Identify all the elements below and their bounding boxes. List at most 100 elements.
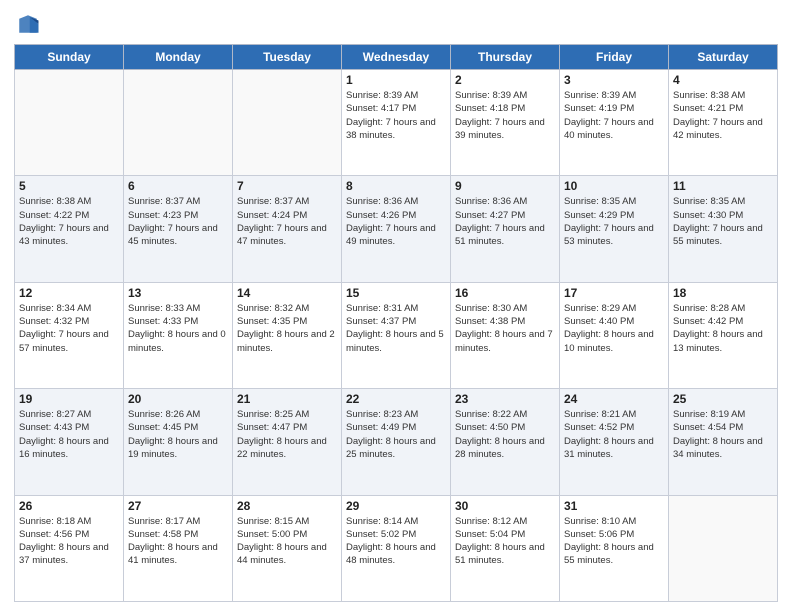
day-cell: 3 Sunrise: 8:39 AMSunset: 4:19 PMDaylight… xyxy=(560,70,669,176)
logo xyxy=(14,10,46,38)
day-detail: Sunrise: 8:28 AMSunset: 4:42 PMDaylight:… xyxy=(673,302,773,355)
day-number: 23 xyxy=(455,392,555,406)
day-detail: Sunrise: 8:14 AMSunset: 5:02 PMDaylight:… xyxy=(346,515,446,568)
day-cell: 10Sunrise: 8:35 AMSunset: 4:29 PMDayligh… xyxy=(560,176,669,282)
day-cell: 28Sunrise: 8:15 AMSunset: 5:00 PMDayligh… xyxy=(233,495,342,601)
day-cell: 6 Sunrise: 8:37 AMSunset: 4:23 PMDaylight… xyxy=(124,176,233,282)
day-of-week-monday: Monday xyxy=(124,45,233,70)
day-cell: 5Sunrise: 8:38 AMSunset: 4:22 PMDaylight… xyxy=(15,176,124,282)
day-number: 18 xyxy=(673,286,773,300)
day-detail: Sunrise: 8:21 AMSunset: 4:52 PMDaylight:… xyxy=(564,408,664,461)
day-number: 29 xyxy=(346,499,446,513)
day-detail: Sunrise: 8:38 AMSunset: 4:21 PMDaylight:… xyxy=(673,89,773,142)
day-detail: Sunrise: 8:22 AMSunset: 4:50 PMDaylight:… xyxy=(455,408,555,461)
day-number: 17 xyxy=(564,286,664,300)
day-cell: 13Sunrise: 8:33 AMSunset: 4:33 PMDayligh… xyxy=(124,282,233,388)
day-detail: Sunrise: 8:38 AMSunset: 4:22 PMDaylight:… xyxy=(19,195,119,248)
week-row-5: 26 Sunrise: 8:18 AMSunset: 4:56 PMDayligh… xyxy=(15,495,778,601)
day-cell xyxy=(15,70,124,176)
day-detail: Sunrise: 8:32 AMSunset: 4:35 PMDaylight:… xyxy=(237,302,337,355)
day-detail: Sunrise: 8:18 AMSunset: 4:56 PMDaylight:… xyxy=(19,515,119,568)
day-cell: 29 Sunrise: 8:14 AMSunset: 5:02 PMDayligh… xyxy=(342,495,451,601)
day-of-week-wednesday: Wednesday xyxy=(342,45,451,70)
day-number: 7 xyxy=(237,179,337,193)
day-cell: 27 Sunrise: 8:17 AMSunset: 4:58 PMDayligh… xyxy=(124,495,233,601)
day-cell: 20 Sunrise: 8:26 AMSunset: 4:45 PMDayligh… xyxy=(124,389,233,495)
day-detail: Sunrise: 8:12 AMSunset: 5:04 PMDaylight:… xyxy=(455,515,555,568)
day-number: 16 xyxy=(455,286,555,300)
day-cell: 22 Sunrise: 8:23 AMSunset: 4:49 PMDayligh… xyxy=(342,389,451,495)
day-number: 4 xyxy=(673,73,773,87)
day-detail: Sunrise: 8:35 AMSunset: 4:30 PMDaylight:… xyxy=(673,195,773,248)
day-cell xyxy=(124,70,233,176)
day-detail: Sunrise: 8:30 AMSunset: 4:38 PMDaylight:… xyxy=(455,302,555,355)
week-row-2: 5Sunrise: 8:38 AMSunset: 4:22 PMDaylight… xyxy=(15,176,778,282)
day-number: 12 xyxy=(19,286,119,300)
day-number: 9 xyxy=(455,179,555,193)
day-detail: Sunrise: 8:39 AMSunset: 4:19 PMDaylight:… xyxy=(564,89,664,142)
day-cell: 18 Sunrise: 8:28 AMSunset: 4:42 PMDayligh… xyxy=(669,282,778,388)
day-cell: 14Sunrise: 8:32 AMSunset: 4:35 PMDayligh… xyxy=(233,282,342,388)
day-number: 2 xyxy=(455,73,555,87)
day-detail: Sunrise: 8:37 AMSunset: 4:24 PMDaylight:… xyxy=(237,195,337,248)
day-number: 21 xyxy=(237,392,337,406)
day-number: 20 xyxy=(128,392,228,406)
day-number: 25 xyxy=(673,392,773,406)
day-detail: Sunrise: 8:39 AMSunset: 4:17 PMDaylight:… xyxy=(346,89,446,142)
day-detail: Sunrise: 8:39 AMSunset: 4:18 PMDaylight:… xyxy=(455,89,555,142)
day-detail: Sunrise: 8:33 AMSunset: 4:33 PMDaylight:… xyxy=(128,302,228,355)
calendar-header-row: SundayMondayTuesdayWednesdayThursdayFrid… xyxy=(15,45,778,70)
day-cell: 12 Sunrise: 8:34 AMSunset: 4:32 PMDayligh… xyxy=(15,282,124,388)
logo-icon xyxy=(14,10,42,38)
day-detail: Sunrise: 8:36 AMSunset: 4:26 PMDaylight:… xyxy=(346,195,446,248)
day-cell: 19Sunrise: 8:27 AMSunset: 4:43 PMDayligh… xyxy=(15,389,124,495)
day-detail: Sunrise: 8:26 AMSunset: 4:45 PMDaylight:… xyxy=(128,408,228,461)
day-number: 8 xyxy=(346,179,446,193)
week-row-3: 12 Sunrise: 8:34 AMSunset: 4:32 PMDayligh… xyxy=(15,282,778,388)
day-number: 1 xyxy=(346,73,446,87)
day-number: 11 xyxy=(673,179,773,193)
day-detail: Sunrise: 8:37 AMSunset: 4:23 PMDaylight:… xyxy=(128,195,228,248)
day-number: 27 xyxy=(128,499,228,513)
day-of-week-sunday: Sunday xyxy=(15,45,124,70)
day-number: 6 xyxy=(128,179,228,193)
day-number: 30 xyxy=(455,499,555,513)
day-of-week-thursday: Thursday xyxy=(451,45,560,70)
day-cell: 8 Sunrise: 8:36 AMSunset: 4:26 PMDaylight… xyxy=(342,176,451,282)
day-detail: Sunrise: 8:23 AMSunset: 4:49 PMDaylight:… xyxy=(346,408,446,461)
page: SundayMondayTuesdayWednesdayThursdayFrid… xyxy=(0,0,792,612)
day-of-week-saturday: Saturday xyxy=(669,45,778,70)
day-cell: 7 Sunrise: 8:37 AMSunset: 4:24 PMDaylight… xyxy=(233,176,342,282)
day-cell: 9 Sunrise: 8:36 AMSunset: 4:27 PMDaylight… xyxy=(451,176,560,282)
header xyxy=(14,10,778,38)
day-of-week-friday: Friday xyxy=(560,45,669,70)
day-number: 3 xyxy=(564,73,664,87)
week-row-1: 1 Sunrise: 8:39 AMSunset: 4:17 PMDaylight… xyxy=(15,70,778,176)
day-cell: 16 Sunrise: 8:30 AMSunset: 4:38 PMDayligh… xyxy=(451,282,560,388)
day-cell: 26 Sunrise: 8:18 AMSunset: 4:56 PMDayligh… xyxy=(15,495,124,601)
day-number: 22 xyxy=(346,392,446,406)
day-cell: 17 Sunrise: 8:29 AMSunset: 4:40 PMDayligh… xyxy=(560,282,669,388)
day-detail: Sunrise: 8:29 AMSunset: 4:40 PMDaylight:… xyxy=(564,302,664,355)
day-cell: 2 Sunrise: 8:39 AMSunset: 4:18 PMDaylight… xyxy=(451,70,560,176)
day-number: 26 xyxy=(19,499,119,513)
day-detail: Sunrise: 8:34 AMSunset: 4:32 PMDaylight:… xyxy=(19,302,119,355)
day-cell xyxy=(669,495,778,601)
week-row-4: 19Sunrise: 8:27 AMSunset: 4:43 PMDayligh… xyxy=(15,389,778,495)
day-cell: 25 Sunrise: 8:19 AMSunset: 4:54 PMDayligh… xyxy=(669,389,778,495)
day-cell: 24Sunrise: 8:21 AMSunset: 4:52 PMDayligh… xyxy=(560,389,669,495)
day-cell: 30 Sunrise: 8:12 AMSunset: 5:04 PMDayligh… xyxy=(451,495,560,601)
day-detail: Sunrise: 8:19 AMSunset: 4:54 PMDaylight:… xyxy=(673,408,773,461)
day-cell: 31Sunrise: 8:10 AMSunset: 5:06 PMDayligh… xyxy=(560,495,669,601)
day-cell: 23 Sunrise: 8:22 AMSunset: 4:50 PMDayligh… xyxy=(451,389,560,495)
day-detail: Sunrise: 8:25 AMSunset: 4:47 PMDaylight:… xyxy=(237,408,337,461)
day-detail: Sunrise: 8:17 AMSunset: 4:58 PMDaylight:… xyxy=(128,515,228,568)
day-number: 15 xyxy=(346,286,446,300)
day-of-week-tuesday: Tuesday xyxy=(233,45,342,70)
day-detail: Sunrise: 8:36 AMSunset: 4:27 PMDaylight:… xyxy=(455,195,555,248)
day-cell: 15Sunrise: 8:31 AMSunset: 4:37 PMDayligh… xyxy=(342,282,451,388)
day-cell: 4 Sunrise: 8:38 AMSunset: 4:21 PMDaylight… xyxy=(669,70,778,176)
day-cell: 21 Sunrise: 8:25 AMSunset: 4:47 PMDayligh… xyxy=(233,389,342,495)
day-cell: 11 Sunrise: 8:35 AMSunset: 4:30 PMDayligh… xyxy=(669,176,778,282)
day-number: 10 xyxy=(564,179,664,193)
